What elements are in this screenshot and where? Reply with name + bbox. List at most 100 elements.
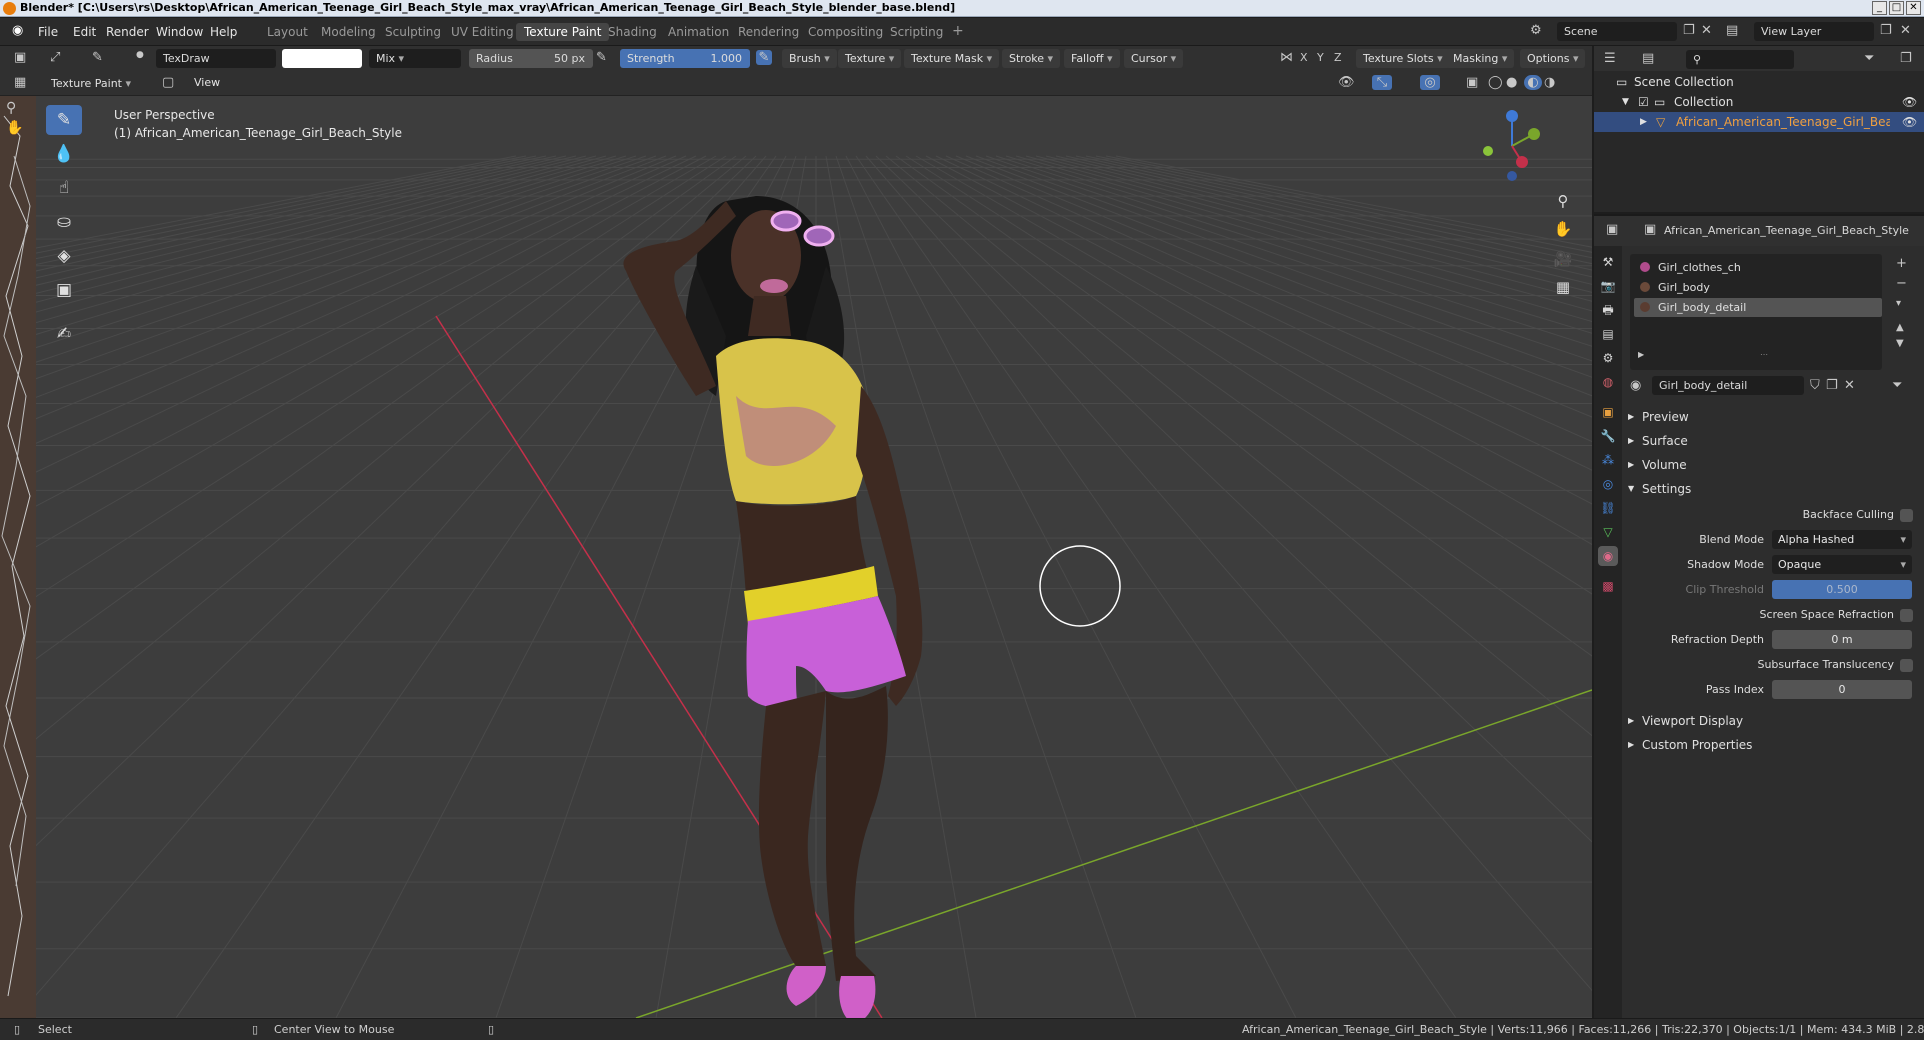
- shadow-mode-dropdown[interactable]: Opaque: [1772, 555, 1912, 574]
- checkbox-icon[interactable]: ☑: [1638, 95, 1649, 109]
- material-slot-item[interactable]: Girl_body: [1634, 278, 1882, 297]
- add-slot-icon[interactable]: +: [1896, 256, 1907, 271]
- draw-tool-icon[interactable]: ✎: [46, 105, 82, 135]
- outliner-scene-collection[interactable]: ▭ Scene Collection: [1594, 72, 1924, 92]
- world-tab-icon[interactable]: ◍: [1598, 372, 1618, 392]
- filter-icon[interactable]: ⏷: [1864, 51, 1874, 66]
- solid-shading-icon[interactable]: ●: [1506, 75, 1517, 90]
- outliner-object-row[interactable]: ▶ ▽ African_American_Teenage_Girl_Beach_…: [1594, 112, 1924, 132]
- pass-index-field[interactable]: 0: [1772, 680, 1912, 699]
- object-tab-icon[interactable]: ▣: [1598, 402, 1618, 422]
- tool-tab-icon[interactable]: ⚒: [1598, 252, 1618, 272]
- brush-name-field[interactable]: TexDraw: [156, 49, 276, 68]
- soften-tool-icon[interactable]: 💧: [46, 139, 82, 169]
- uv-zoom-icon[interactable]: ⚲: [6, 100, 16, 116]
- material-slot-item-selected[interactable]: Girl_body_detail: [1634, 298, 1882, 317]
- visibility-icon[interactable]: 👁: [1338, 75, 1355, 90]
- minimize-button[interactable]: _: [1872, 1, 1887, 15]
- tab-compositing[interactable]: Compositing: [800, 23, 891, 41]
- expand-chevron-icon[interactable]: ▶: [1638, 350, 1644, 359]
- render-tab-icon[interactable]: 📷: [1598, 276, 1618, 296]
- scene-icon[interactable]: ⚙: [1530, 23, 1542, 38]
- mirror-x-toggle[interactable]: X: [1300, 51, 1308, 64]
- menu-window[interactable]: Window: [156, 25, 203, 39]
- new-scene-icon[interactable]: ❐: [1683, 23, 1695, 38]
- blend-dropdown[interactable]: Mix: [369, 49, 461, 68]
- panel-custom-properties[interactable]: ▶ Custom Properties: [1624, 734, 1920, 756]
- pan-hand-icon[interactable]: ✋: [1550, 216, 1576, 242]
- delete-view-layer-icon[interactable]: ✕: [1900, 23, 1911, 38]
- menu-file[interactable]: File: [38, 25, 58, 39]
- physics-tab-icon[interactable]: ◎: [1598, 474, 1618, 494]
- maximize-button[interactable]: □: [1889, 1, 1904, 15]
- material-slot-item[interactable]: Girl_clothes_ch: [1634, 258, 1882, 277]
- modifier-tab-icon[interactable]: 🔧: [1598, 426, 1618, 446]
- properties-editor-icon[interactable]: ▣: [1606, 222, 1618, 237]
- mirror-y-toggle[interactable]: Y: [1317, 51, 1324, 64]
- stroke-menu[interactable]: Stroke: [1002, 49, 1061, 68]
- eye-icon[interactable]: 👁: [1902, 95, 1917, 109]
- rendered-shading-icon[interactable]: ◑: [1544, 75, 1555, 90]
- blender-menu-icon[interactable]: ◉: [12, 23, 23, 38]
- close-button[interactable]: ✕: [1906, 1, 1921, 15]
- fill-tool-icon[interactable]: ◈: [46, 241, 82, 271]
- duplicate-material-icon[interactable]: ❐: [1826, 378, 1838, 393]
- uv-editor-sliver[interactable]: ⚲ ✋: [0, 96, 36, 1018]
- ortho-grid-icon[interactable]: ▦: [1550, 274, 1576, 300]
- texture-menu[interactable]: Texture: [838, 49, 902, 68]
- output-tab-icon[interactable]: 🖶: [1598, 300, 1618, 320]
- fake-user-icon[interactable]: ⛉: [1810, 378, 1820, 393]
- expand-chevron-icon[interactable]: ▼: [1622, 97, 1629, 107]
- add-workspace-icon[interactable]: +: [944, 23, 972, 41]
- panel-surface[interactable]: ▶ Surface: [1624, 430, 1920, 452]
- backface-culling-checkbox[interactable]: [1900, 509, 1913, 522]
- annotate-tool-icon[interactable]: ✍: [46, 319, 82, 349]
- 3d-viewport[interactable]: User Perspective (1) African_American_Te…: [36, 96, 1592, 1018]
- tab-rendering[interactable]: Rendering: [730, 23, 807, 41]
- paint-mask-icon[interactable]: ▢: [162, 75, 174, 90]
- menu-render[interactable]: Render: [106, 25, 149, 39]
- tab-shading[interactable]: Shading: [600, 23, 665, 41]
- smear-tool-icon[interactable]: ☝: [46, 173, 82, 203]
- delete-scene-icon[interactable]: ✕: [1701, 23, 1712, 38]
- material-filter-icon[interactable]: ⏷: [1892, 378, 1902, 393]
- screen-space-refraction-checkbox[interactable]: [1900, 609, 1913, 622]
- tab-animation[interactable]: Animation: [660, 23, 737, 41]
- view-layer-icon[interactable]: ▤: [1726, 23, 1738, 38]
- tab-modeling[interactable]: Modeling: [313, 23, 384, 41]
- view-layer-tab-icon[interactable]: ▤: [1598, 324, 1618, 344]
- radius-pressure-icon[interactable]: ✎: [596, 50, 607, 65]
- subsurface-translucency-checkbox[interactable]: [1900, 659, 1913, 672]
- texture-mask-menu[interactable]: Texture Mask: [904, 49, 1000, 68]
- tool-brush-icon[interactable]: ⤢: [50, 50, 60, 65]
- constraints-tab-icon[interactable]: ⛓: [1598, 498, 1618, 518]
- clip-threshold-slider[interactable]: 0.500: [1772, 580, 1912, 599]
- brush-icon[interactable]: ✎: [92, 50, 103, 65]
- move-up-icon[interactable]: ▲: [1896, 322, 1904, 333]
- clone-tool-icon[interactable]: ⛀: [46, 207, 82, 237]
- blend-mode-dropdown[interactable]: Alpha Hashed: [1772, 530, 1912, 549]
- tab-uv-editing[interactable]: UV Editing: [443, 23, 522, 41]
- panel-volume[interactable]: ▶ Volume: [1624, 454, 1920, 476]
- material-slot-list[interactable]: Girl_clothes_ch Girl_body Girl_body_deta…: [1630, 254, 1882, 370]
- mode-dropdown[interactable]: Texture Paint: [44, 74, 138, 93]
- scene-tab-icon[interactable]: ⚙: [1598, 348, 1618, 368]
- panel-settings[interactable]: ▼ Settings: [1624, 478, 1920, 500]
- tab-sculpting[interactable]: Sculpting: [377, 23, 449, 41]
- material-name-field[interactable]: Girl_body_detail: [1652, 376, 1804, 395]
- tab-texture-paint[interactable]: Texture Paint: [516, 23, 610, 41]
- view-menu[interactable]: View: [194, 76, 220, 89]
- brush-menu[interactable]: Brush: [782, 49, 837, 68]
- refraction-depth-field[interactable]: 0 m: [1772, 630, 1912, 649]
- mask-tool-icon[interactable]: ▣: [46, 275, 82, 305]
- slot-specials-icon[interactable]: ▾: [1896, 298, 1901, 309]
- overlay-toggle-icon[interactable]: ◎: [1420, 75, 1440, 90]
- display-mode-icon[interactable]: ▤: [1642, 51, 1654, 66]
- view-layer-field[interactable]: View Layer: [1754, 22, 1874, 41]
- zoom-icon[interactable]: ⚲: [1550, 188, 1576, 214]
- unlink-material-icon[interactable]: ✕: [1844, 378, 1855, 393]
- panel-viewport-display[interactable]: ▶ Viewport Display: [1624, 710, 1920, 732]
- eye-icon[interactable]: 👁: [1902, 115, 1917, 129]
- brush-dot-icon[interactable]: ●: [136, 50, 144, 60]
- tab-layout[interactable]: Layout: [259, 23, 316, 41]
